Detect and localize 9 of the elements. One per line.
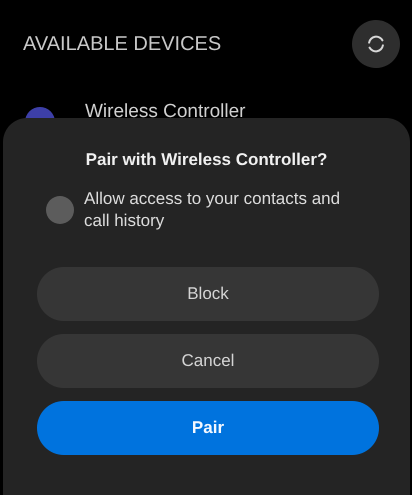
refresh-button[interactable]: [352, 20, 400, 68]
dialog-button[interactable]: Cancel: [37, 334, 379, 388]
pair-button[interactable]: Pair: [37, 401, 379, 455]
dialog-title: Pair with Wireless Controller?: [84, 150, 328, 170]
checkbox-label: Allow access to your contacts and call history: [84, 188, 342, 232]
section-title: AVAILABLE DEVICES: [23, 32, 222, 56]
checkbox[interactable]: [46, 196, 74, 224]
dialog-button[interactable]: Block: [37, 267, 379, 321]
refresh-icon: [365, 33, 387, 55]
